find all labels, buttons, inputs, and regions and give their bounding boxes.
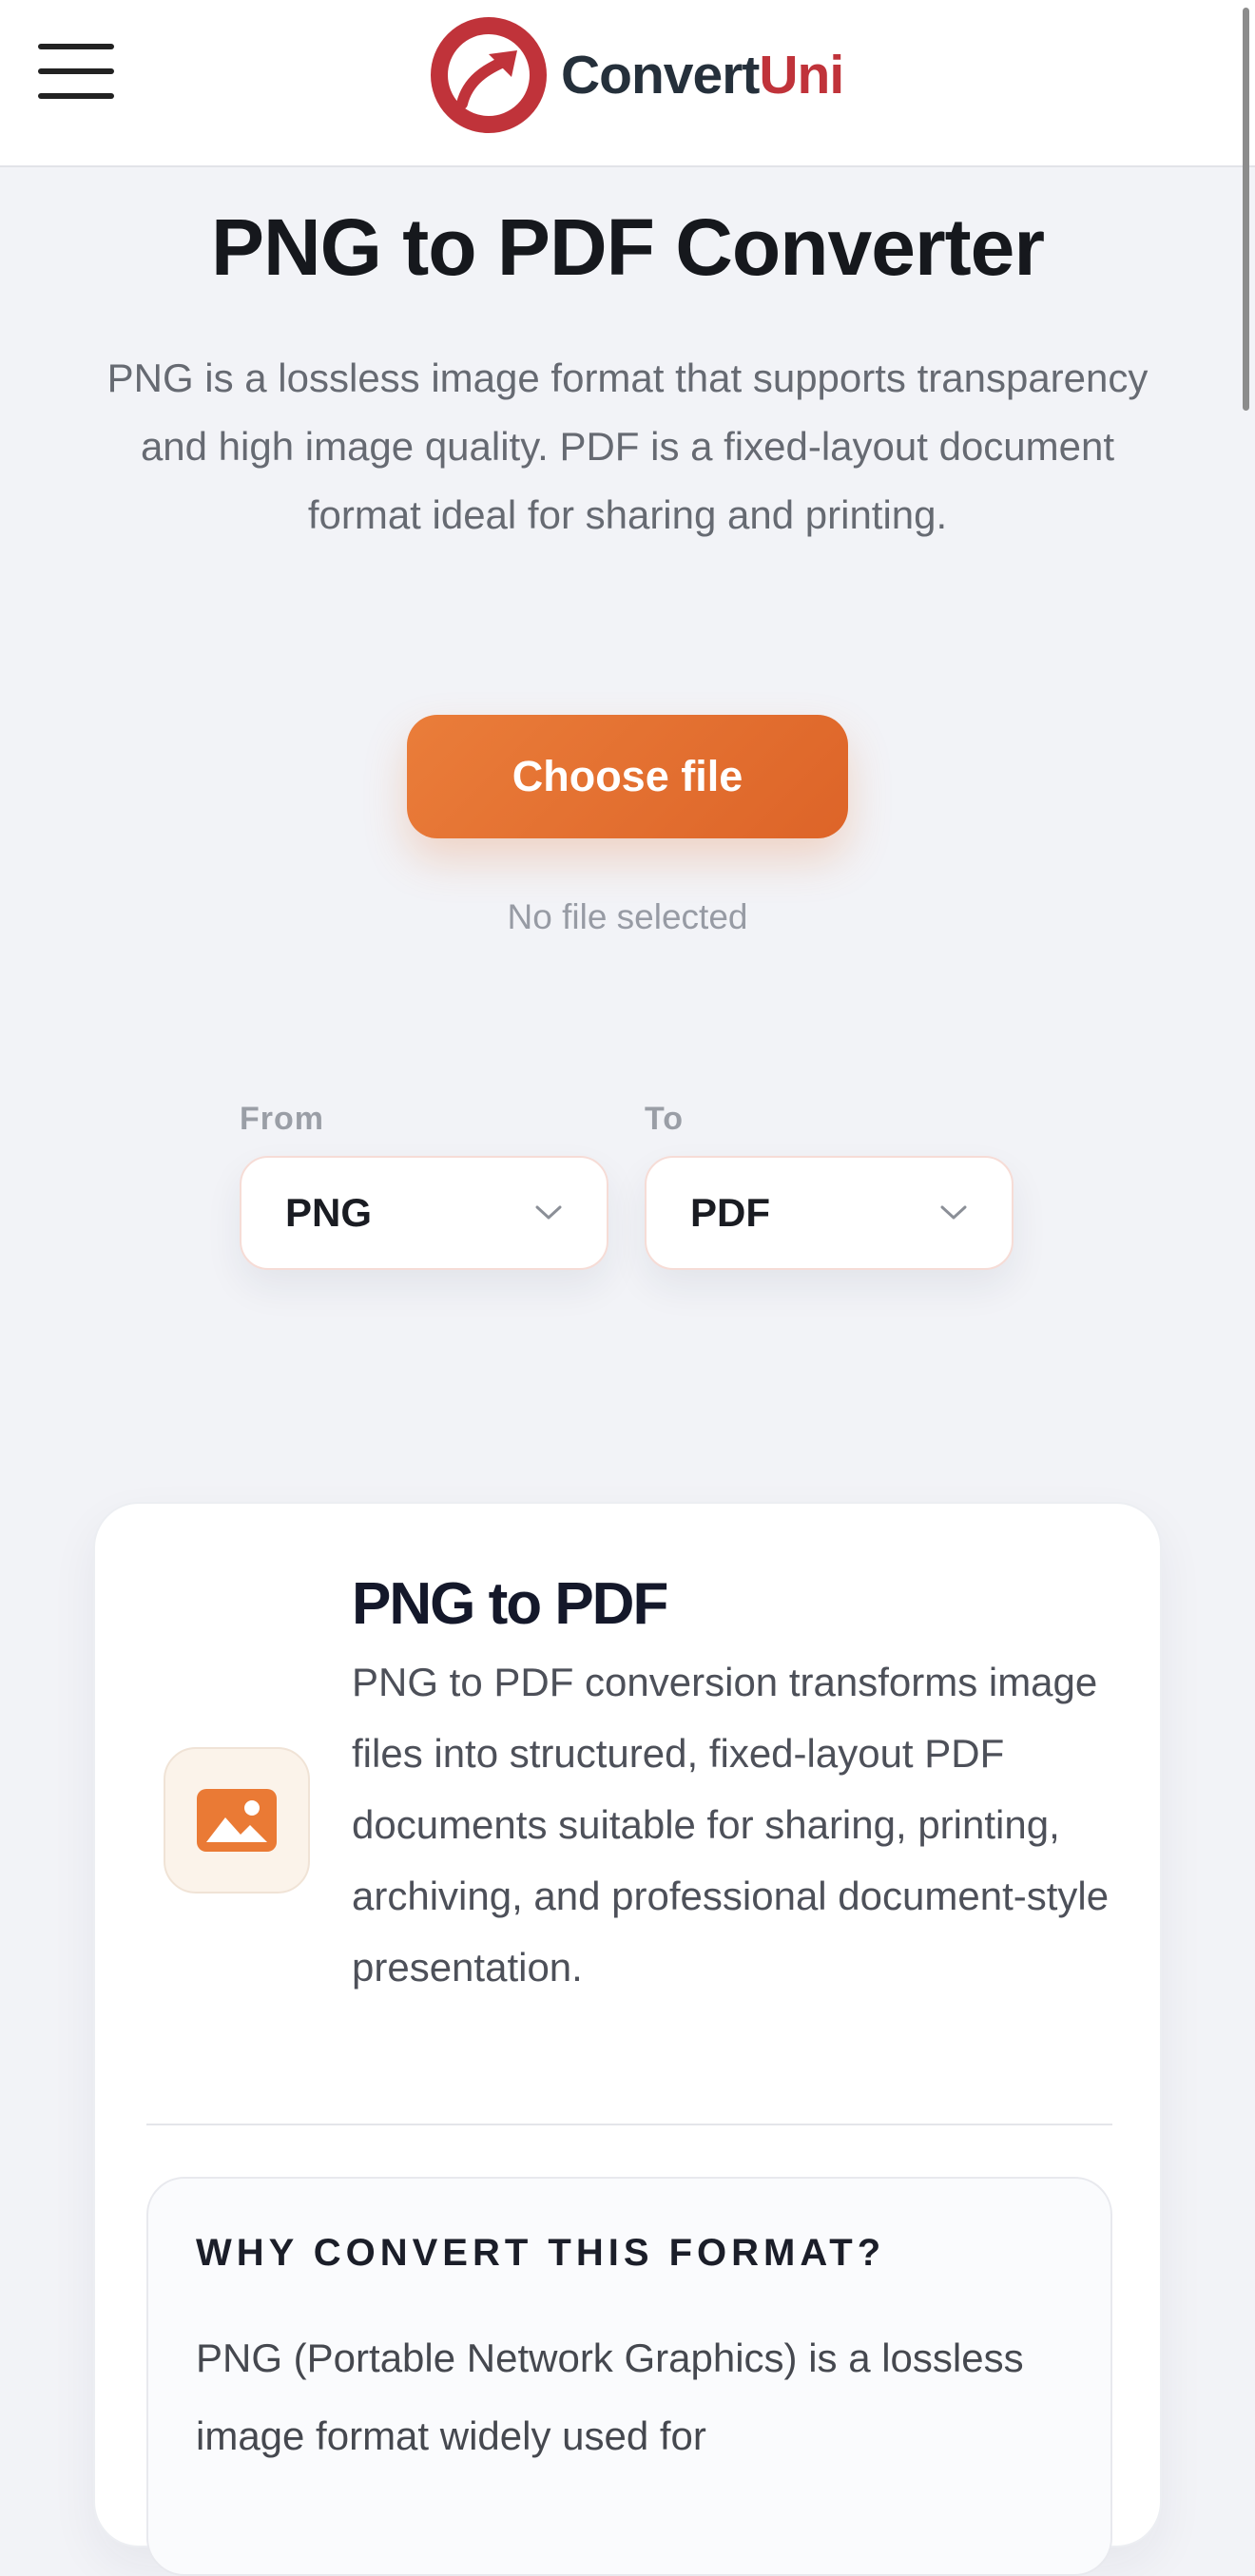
image-icon [197, 1789, 277, 1852]
format-info-card: PNG to PDF PNG to PDF conversion transfo… [93, 1502, 1162, 2576]
card-title: PNG to PDF [352, 1571, 668, 1637]
chevron-down-icon [940, 1205, 967, 1220]
from-format-select[interactable]: PNG [240, 1156, 608, 1270]
format-icon-box [164, 1747, 310, 1894]
intro-text: PNG is a lossless image format that supp… [106, 356, 1149, 537]
to-format-select[interactable]: PDF [645, 1156, 1014, 1270]
menu-bar [38, 44, 114, 49]
logo-text-suffix: Uni [759, 45, 844, 106]
to-label: To [645, 1101, 685, 1137]
why-convert-section: WHY CONVERT THIS FORMAT? PNG (Portable N… [146, 2177, 1112, 2576]
chevron-down-icon [535, 1205, 562, 1220]
from-label: From [240, 1101, 324, 1137]
divider [146, 2124, 1112, 2125]
site-header: ConvertUni [0, 0, 1255, 411]
menu-bar [38, 93, 114, 99]
menu-bar [38, 68, 114, 74]
choose-file-button[interactable]: Choose file [407, 715, 848, 838]
why-convert-heading: WHY CONVERT THIS FORMAT? [196, 2232, 886, 2274]
page-title: PNG to PDF Converter [210, 202, 1045, 292]
from-format-value: PNG [285, 1190, 373, 1235]
why-convert-text: PNG (Portable Network Graphics) is a los… [196, 2336, 1024, 2458]
site-logo[interactable]: ConvertUni [430, 15, 844, 135]
hamburger-menu-icon[interactable] [38, 42, 116, 101]
convertuni-logo-icon [431, 17, 547, 133]
logo-text: ConvertUni [561, 44, 844, 106]
logo-text-prefix: Convert [561, 45, 760, 106]
to-format-value: PDF [690, 1190, 770, 1235]
card-description: PNG to PDF conversion transforms image f… [352, 1660, 1110, 1990]
file-status-text: No file selected [507, 897, 748, 936]
